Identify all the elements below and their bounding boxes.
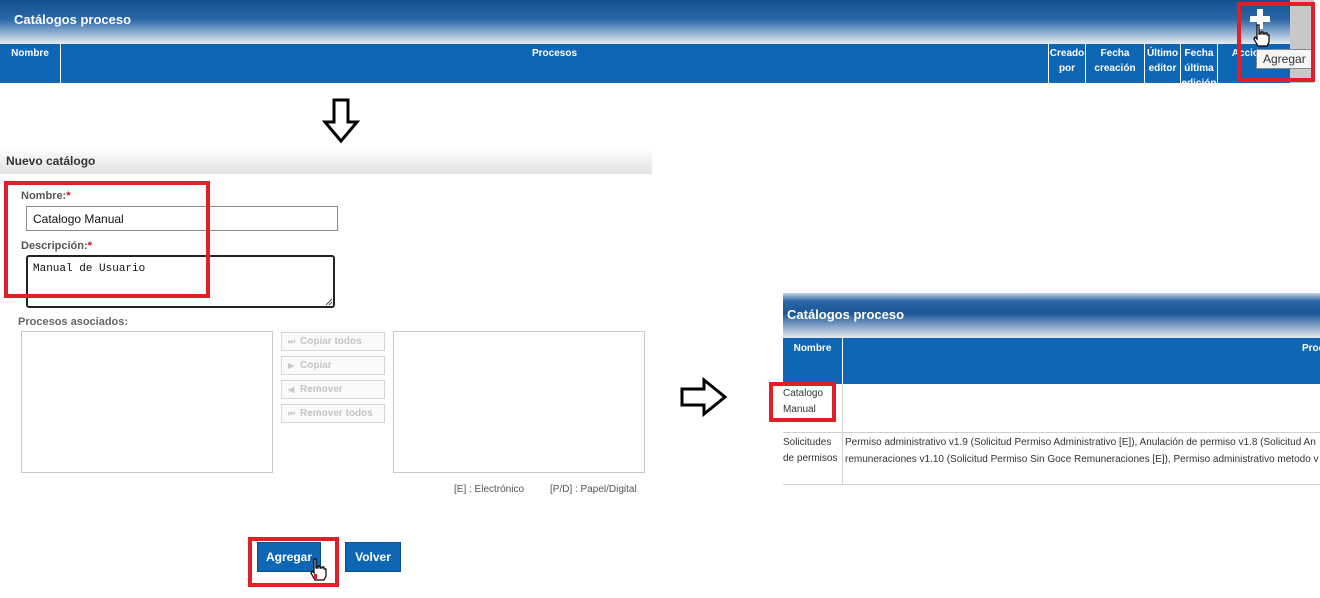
col-creado-por[interactable]: Creado por (1048, 44, 1085, 83)
row-processes-line: remuneraciones v1.10 (Solicitud Permiso … (845, 454, 1319, 465)
result-table-title: Catálogos proceso (787, 307, 905, 322)
row-name-line: de permisos (783, 453, 838, 464)
form-header (0, 148, 652, 174)
double-chevron-right-icon: ⏭ (288, 337, 296, 346)
highlight-box (769, 382, 836, 422)
col-procesos[interactable]: Procesos (842, 338, 1320, 384)
col-procesos[interactable]: Procesos (60, 44, 1048, 83)
arrow-right-icon (680, 377, 728, 417)
top-table-title: Catálogos proceso (14, 12, 132, 27)
copy-all-label: Copiar todos (300, 336, 362, 347)
highlight-box (1237, 2, 1315, 82)
row-name-line: Solicitudes (783, 437, 832, 448)
copy-all-button[interactable]: ⏭ Copiar todos (281, 332, 385, 351)
chevron-right-icon: ▶ (288, 361, 295, 370)
remove-all-button[interactable]: ⏮ Remover todos (281, 404, 385, 423)
table-row[interactable]: Catalogo Manual (783, 384, 1320, 433)
copy-button[interactable]: ▶ Copiar (281, 356, 385, 375)
col-procesos-label: Procesos (1301, 343, 1320, 354)
volver-button[interactable]: Volver (345, 542, 401, 572)
available-processes-list[interactable] (21, 331, 273, 473)
col-ultimo-editor[interactable]: Último editor (1144, 44, 1180, 83)
hand-cursor-icon (310, 558, 327, 581)
result-table-column-header: Nombre Procesos (783, 338, 1320, 384)
chevron-left-icon: ◀ (288, 385, 295, 394)
form-title: Nuevo catálogo (6, 154, 96, 168)
row-processes-line: Permiso administrativo v1.9 (Solicitud P… (845, 437, 1316, 448)
row-name-cell: Solicitudes de permisos (783, 433, 843, 484)
result-table: Catálogos proceso Nombre Procesos Catalo… (783, 293, 1320, 485)
col-nombre[interactable]: Nombre (783, 338, 842, 384)
processes-label: Procesos asociados: (18, 316, 129, 328)
double-chevron-left-icon: ⏮ (288, 409, 296, 418)
table-row[interactable]: Solicitudes de permisos Permiso administ… (783, 433, 1320, 485)
highlight-box (4, 181, 210, 298)
remove-button[interactable]: ◀ Remover (281, 380, 385, 399)
remove-all-label: Remover todos (300, 408, 373, 419)
top-table-header (0, 0, 1290, 44)
col-nombre[interactable]: Nombre (0, 44, 60, 83)
remove-label: Remover (300, 384, 343, 395)
legend-electronic: [E] : Electrónico (454, 484, 525, 495)
resize-handle-icon[interactable] (325, 298, 333, 306)
top-table-column-header: Nombre Procesos Creado por Fecha creació… (0, 44, 1290, 83)
row-processes-cell: Permiso administrativo v1.9 (Solicitud P… (845, 433, 1320, 468)
col-fecha-creacion[interactable]: Fecha creación (1085, 44, 1144, 83)
legend-paper-digital: [P/D] : Papel/Digital (550, 484, 637, 495)
copy-label: Copiar (300, 360, 332, 371)
selected-processes-list[interactable] (393, 331, 645, 473)
col-fecha-ultima-edicion[interactable]: Fecha última edición (1180, 44, 1217, 83)
arrow-down-icon (322, 98, 360, 144)
